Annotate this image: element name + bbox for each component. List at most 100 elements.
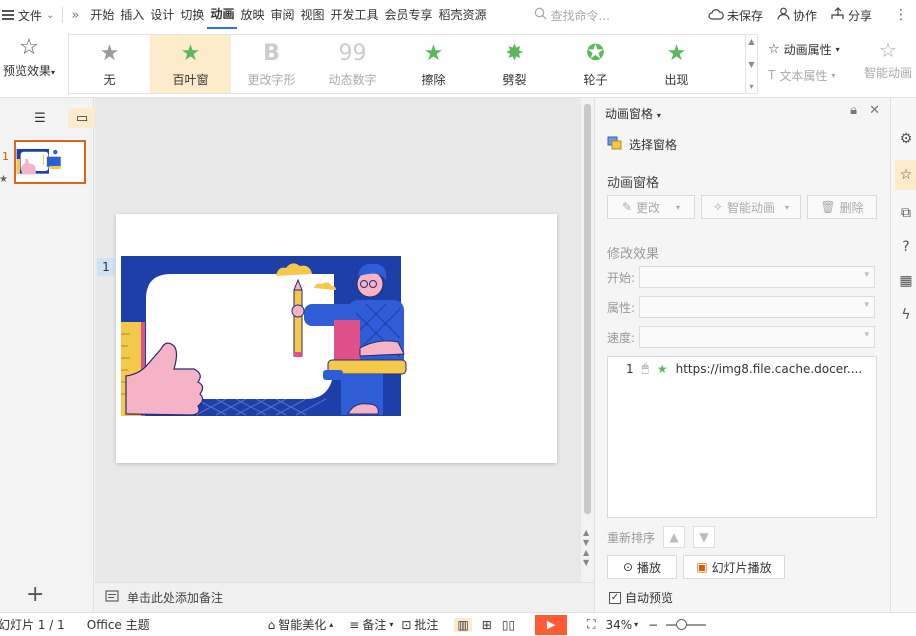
play-slideshow-icon[interactable]: ▶ (535, 614, 568, 635)
notes-toggle-label: 备注 (362, 618, 387, 632)
notes-placeholder: 单击此处添加备注 (127, 591, 224, 605)
canvas-scrollbar[interactable]: ▲ ▼ ▲ ▼ (581, 98, 594, 582)
effect-label: 劈裂 (502, 72, 527, 87)
fit-window-icon[interactable]: ⛶ (587, 617, 595, 632)
save-status[interactable]: 未保存 (708, 7, 763, 24)
animation-star-icon: ★ (0, 174, 8, 185)
scroll-nav-icons[interactable]: ▲ ▼ ▲ ▼ (583, 528, 589, 568)
reorder-label: 重新排序 (607, 530, 656, 545)
tab-insert[interactable]: 插入 (117, 0, 147, 30)
move-up-icon[interactable]: ▲ (663, 526, 686, 548)
normal-view-icon[interactable]: ▥ (454, 617, 472, 632)
zoom-out-icon[interactable]: − (648, 618, 658, 632)
notes-toggle-icon: ≡ (349, 617, 360, 632)
zoom-slider-knob[interactable] (676, 618, 688, 630)
close-icon[interactable]: ✕ (869, 103, 880, 118)
prop-select[interactable] (639, 296, 876, 318)
list-item[interactable]: 1 🖱︎ ★ https://img8.file.cache.docer.... (608, 357, 876, 376)
effect-wipe[interactable]: ★ 擦除 (393, 35, 474, 93)
comments-toggle[interactable]: ⊡ 批注 (401, 616, 438, 633)
add-slide-icon[interactable]: + (26, 582, 44, 607)
transition-icon[interactable]: ⧉ (895, 198, 916, 228)
collab-button[interactable]: 协作 (777, 7, 817, 24)
gallery-scroller[interactable]: ▲ ▼ ▾ (745, 35, 757, 93)
smart-anim-label: 智能动画 (863, 66, 912, 80)
effect-appear[interactable]: ★ 出现 (636, 35, 717, 93)
start-select[interactable] (639, 266, 876, 288)
effect-change-font[interactable]: B 更改字形 (231, 35, 312, 93)
zoom-level[interactable]: 34% (605, 618, 632, 632)
change-button[interactable]: ✎ 更改 ▾ (607, 195, 695, 219)
notes-bar[interactable]: 单击此处添加备注 (95, 582, 594, 612)
auto-preview-checkbox[interactable]: ✓ (609, 591, 621, 604)
share-button[interactable]: 分享 (831, 7, 872, 24)
beautify-button[interactable]: ⌂ 智能美化 ▴ (268, 616, 334, 633)
delete-button[interactable]: 🗑︎ 删除 (807, 195, 877, 219)
tab-start[interactable]: 开始 (87, 0, 117, 30)
effect-wheel[interactable]: ✪ 轮子 (555, 35, 636, 93)
effect-label: 出现 (664, 72, 689, 87)
tab-slideshow[interactable]: 放映 (237, 0, 267, 30)
animation-star-tab-icon[interactable]: ☆ (895, 160, 916, 190)
pane-title-text: 动画窗格 (605, 107, 654, 121)
zoom-slider[interactable] (666, 618, 707, 630)
tab-design[interactable]: 设计 (147, 0, 177, 30)
zoom-chevron-icon[interactable]: ▾ (634, 620, 638, 629)
image-icon[interactable]: ▦ (895, 266, 916, 296)
smart-anim-button[interactable]: ☆ 智能动画 (858, 36, 916, 81)
file-menu[interactable]: 文件 ⌄ (0, 7, 54, 24)
slide-illustration[interactable] (116, 214, 557, 463)
slide-thumbnails-panel: ☰ ▭ 1 ★ + (0, 98, 96, 612)
slide-index-tag: 1 (97, 258, 115, 276)
effect-split[interactable]: ✸ 劈裂 (474, 35, 555, 93)
smart-anim-pane-button[interactable]: ✧ 智能动画 ▾ (701, 195, 801, 219)
lock-icon[interactable]: 🔒︎ (850, 103, 857, 118)
play-button[interactable]: ⊙ 播放 (607, 555, 677, 579)
select-window-button[interactable]: 选择窗格 (607, 136, 677, 153)
tab-review[interactable]: 审阅 (267, 0, 297, 30)
effect-dynamic-number[interactable]: 99 动态数字 (312, 35, 393, 93)
outline-view-icon[interactable]: ☰ (26, 108, 54, 128)
auto-preview-toggle[interactable]: ✓ 自动预览 (609, 589, 673, 606)
preview-effect-button[interactable]: ☆ 预览效果▾ (0, 34, 58, 79)
scroll-down-icon[interactable]: ▼ (748, 60, 754, 69)
file-label: 文件 (18, 8, 43, 23)
gray-star-icon: ★ (99, 40, 120, 66)
pane-title[interactable]: 动画窗格 ▾ (605, 105, 661, 122)
theme-name[interactable]: Office 主题 (87, 616, 150, 633)
effect-label: 动态数字 (328, 72, 377, 87)
settings-sliders-icon[interactable]: ⚙︎ (895, 124, 916, 154)
tab-view[interactable]: 视图 (297, 0, 327, 30)
play-circle-icon: ⊙ (622, 560, 634, 574)
effect-none[interactable]: ★ 无 (69, 35, 150, 93)
current-slide[interactable] (116, 214, 557, 463)
hamburger-icon (2, 10, 14, 20)
reorder-row: 重新排序 ▲ ▼ (607, 526, 716, 548)
command-search[interactable]: 查找命令... (534, 7, 610, 24)
bolt-icon[interactable]: ϟ (895, 300, 916, 330)
reading-view-icon[interactable]: ▯▯ (502, 618, 515, 632)
notes-toggle[interactable]: ≡ 备注 ▾ (349, 616, 393, 633)
effect-blinds[interactable]: ★ 百叶窗 (150, 35, 231, 93)
speed-select[interactable] (639, 326, 876, 348)
expand-gallery-icon[interactable]: ▾ (749, 82, 753, 91)
more-vertical-icon[interactable]: ⋮ (894, 7, 908, 23)
thumbnail-view-icon[interactable]: ▭ (68, 108, 96, 128)
help-icon[interactable]: ? (895, 232, 916, 262)
more-tabs-icon[interactable]: » (71, 8, 79, 23)
anim-props-button[interactable]: ☆ 动画属性 ▾ (768, 36, 840, 62)
scrollbar-thumb[interactable] (584, 104, 591, 514)
sorter-view-icon[interactable]: ⊞ (482, 618, 492, 632)
tab-animation[interactable]: 动画 (207, 1, 238, 29)
tab-member[interactable]: 会员专享 (382, 0, 436, 30)
scroll-up-icon[interactable]: ▲ (748, 37, 754, 46)
auto-preview-label: 自动预览 (625, 591, 674, 605)
tab-transition[interactable]: 切换 (177, 0, 207, 30)
slide-thumbnail[interactable] (14, 140, 86, 184)
move-down-icon[interactable]: ▼ (693, 526, 716, 548)
text-props-button[interactable]: T 文本属性 ▾ (768, 62, 840, 88)
tab-docer[interactable]: 稻壳资源 (436, 0, 490, 30)
slideshow-button[interactable]: ▣ 幻灯片播放 (683, 555, 785, 579)
tab-developer[interactable]: 开发工具 (328, 0, 382, 30)
comments-label: 批注 (414, 618, 439, 632)
